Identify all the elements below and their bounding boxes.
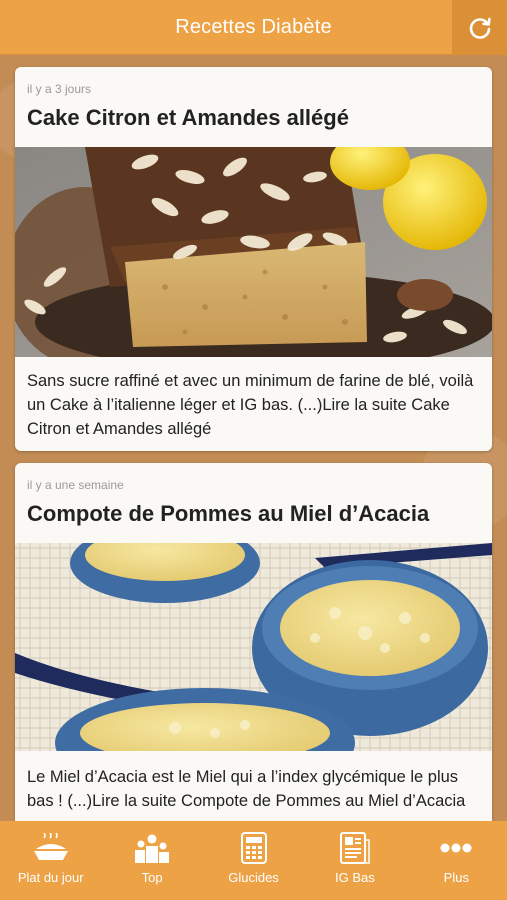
- recipe-title[interactable]: Compote de Pommes au Miel d’Acacia: [27, 501, 429, 527]
- apple-compote-bowls-photo[interactable]: [15, 543, 492, 751]
- tab-label: Top: [141, 870, 163, 885]
- tab-label: Plat du jour: [17, 870, 84, 885]
- tab-ig-bas[interactable]: IG Bas: [304, 821, 405, 900]
- post-date: il y a une semaine: [27, 478, 124, 492]
- tab-label: Glucides: [228, 870, 279, 885]
- post-date: il y a 3 jours: [27, 82, 92, 96]
- lemon-almond-cake-photo[interactable]: [15, 147, 492, 357]
- recipe-excerpt[interactable]: Sans sucre raffiné et avec un minimum de…: [27, 369, 487, 441]
- tab-plat-du-jour[interactable]: Plat du jour: [0, 821, 101, 900]
- recipe-title[interactable]: Cake Citron et Amandes allégé: [27, 105, 349, 131]
- refresh-icon: [469, 17, 491, 39]
- recipe-card[interactable]: il y a 3 jours Cake Citron et Amandes al…: [15, 67, 492, 451]
- tab-plus[interactable]: Plus: [406, 821, 507, 900]
- tab-glucides[interactable]: Glucides: [203, 821, 304, 900]
- refresh-button[interactable]: [452, 0, 507, 55]
- podium-icon: [134, 831, 170, 865]
- tab-label: Plus: [443, 870, 469, 885]
- tab-top[interactable]: Top: [101, 821, 202, 900]
- page-title: Recettes Diabète: [175, 15, 332, 38]
- document-icon: [337, 831, 373, 865]
- dish-icon: [33, 831, 69, 865]
- recipe-feed[interactable]: il y a 3 jours Cake Citron et Amandes al…: [0, 55, 507, 821]
- calculator-icon: [236, 831, 272, 865]
- app-header: Recettes Diabète: [0, 0, 507, 55]
- tab-bar: Plat du jour Top Glucides IG Bas Plus: [0, 821, 507, 900]
- recipe-card[interactable]: il y a une semaine Compote de Pommes au …: [15, 463, 492, 821]
- recipe-excerpt[interactable]: Le Miel d’Acacia est le Miel qui a l’ind…: [27, 765, 487, 813]
- more-icon: [438, 831, 474, 865]
- tab-label: IG Bas: [335, 870, 375, 885]
